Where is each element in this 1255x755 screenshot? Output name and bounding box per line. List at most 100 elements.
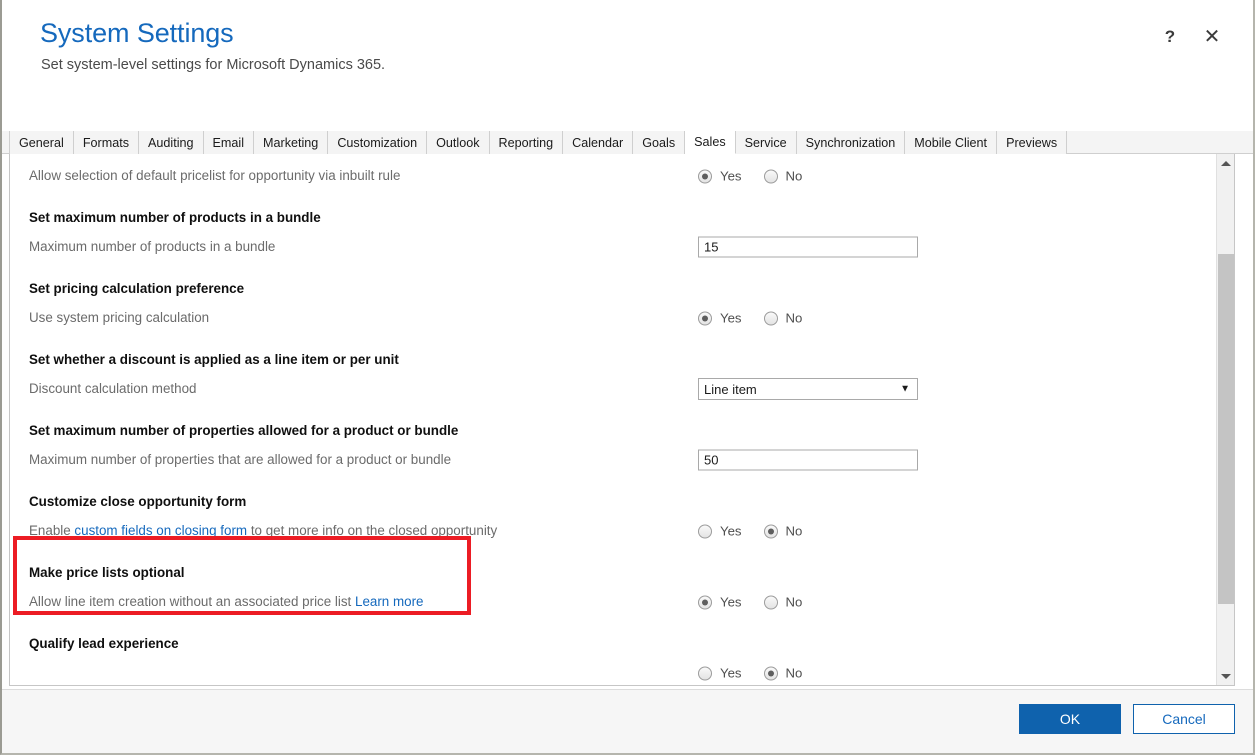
- radio-dot-icon: [698, 524, 712, 538]
- radio-group: Yes No: [698, 595, 802, 610]
- radio-label: Yes: [720, 310, 742, 326]
- cancel-button[interactable]: Cancel: [1133, 704, 1235, 734]
- tab-label: Outlook: [436, 135, 480, 150]
- tab-auditing[interactable]: Auditing: [139, 131, 204, 154]
- setting-heading: Set maximum number of products in a bund…: [29, 210, 321, 225]
- tab-label: Service: [744, 135, 787, 150]
- setting-group: Customize close opportunity form Enable c…: [10, 473, 1217, 544]
- tab-mobile-client[interactable]: Mobile Client: [905, 131, 998, 154]
- setting-label: Maximum number of properties that are al…: [29, 452, 452, 467]
- tab-label: Calendar: [572, 135, 624, 150]
- radio-group: Yes No: [698, 169, 802, 184]
- tab-goals[interactable]: Goals: [633, 131, 686, 154]
- radio-no[interactable]: No: [763, 594, 803, 610]
- page-subtitle: Set system-level settings for Microsoft …: [41, 57, 386, 73]
- radio-dot-icon: [763, 595, 778, 609]
- setting-row: Use system pricing calculation Yes No: [10, 305, 1217, 331]
- setting-group: Set whether a discount is applied as a l…: [10, 331, 1217, 402]
- scrollbar-thumb[interactable]: [1218, 254, 1234, 604]
- radio-dot-icon: [763, 311, 778, 325]
- setting-heading: Set whether the default pricelist for an…: [10, 154, 1217, 157]
- radio-label: No: [785, 523, 803, 539]
- setting-row: Discount calculation method Line item ▼: [10, 376, 1217, 402]
- tab-label: Mobile Client: [914, 135, 988, 150]
- radio-dot-icon: [698, 666, 712, 680]
- tab-label: Reporting: [498, 135, 554, 150]
- tab-reporting[interactable]: Reporting: [489, 131, 564, 154]
- tab-label: Customization: [337, 135, 418, 150]
- radio-yes[interactable]: Yes: [698, 311, 742, 326]
- radio-label: No: [785, 168, 803, 184]
- tab-synchronization[interactable]: Synchronization: [796, 131, 906, 154]
- setting-heading: Qualify lead experience: [29, 636, 179, 651]
- scroll-down-button[interactable]: [1217, 667, 1234, 685]
- radio-label: Yes: [720, 523, 742, 539]
- setting-group: Set maximum number of products in a bund…: [10, 189, 1217, 260]
- radio-label: No: [785, 310, 803, 326]
- setting-row: Allow selection of default pricelist for…: [10, 163, 1217, 189]
- close-icon[interactable]: ✕: [1199, 24, 1225, 50]
- radio-no[interactable]: No: [763, 310, 803, 326]
- radio-label: Yes: [720, 594, 742, 610]
- tab-label: Goals: [642, 135, 676, 150]
- setting-heading: Make price lists optional: [29, 565, 185, 580]
- setting-label: Enable custom fields on closing form to …: [10, 521, 497, 541]
- tab-customization[interactable]: Customization: [328, 131, 428, 154]
- help-icon[interactable]: ?: [1157, 24, 1183, 50]
- setting-link[interactable]: Learn more: [355, 594, 423, 609]
- tab-email[interactable]: Email: [203, 131, 255, 154]
- settings-tabs: General Formats Auditing Email Marketing Cust…: [2, 131, 1253, 154]
- radio-yes[interactable]: Yes: [698, 169, 742, 184]
- radio-no[interactable]: No: [763, 168, 803, 184]
- setting-heading: Set whether a discount is applied as a l…: [29, 352, 399, 367]
- tab-label: Sales: [694, 135, 726, 149]
- radio-group: Yes No: [698, 666, 802, 681]
- tab-previews[interactable]: Previews: [997, 131, 1068, 154]
- setting-group: Set maximum number of properties allowed…: [10, 402, 1217, 473]
- vertical-scrollbar[interactable]: [1216, 154, 1234, 685]
- setting-control: Yes No: [698, 595, 802, 610]
- setting-dropdown[interactable]: Line item ▼: [698, 378, 918, 400]
- setting-heading: Set pricing calculation preference: [29, 281, 245, 296]
- dialog-header: System Settings Set system-level setting…: [2, 0, 1253, 131]
- system-settings-dialog: System Settings Set system-level setting…: [0, 0, 1255, 755]
- tab-formats[interactable]: Formats: [73, 131, 139, 154]
- tab-calendar[interactable]: Calendar: [563, 131, 634, 154]
- tab-label: Marketing: [263, 135, 319, 150]
- radio-dot-icon: [763, 524, 778, 538]
- setting-group: Make price lists optional Allow line item…: [10, 544, 1217, 615]
- footer-buttons: OK Cancel: [1019, 704, 1235, 734]
- setting-heading: Customize close opportunity form: [29, 494, 247, 509]
- tab-marketing[interactable]: Marketing: [254, 131, 329, 154]
- radio-dot-icon: [698, 595, 712, 609]
- tab-sales[interactable]: Sales: [685, 131, 736, 154]
- radio-no[interactable]: No: [763, 523, 803, 539]
- tab-outlook[interactable]: Outlook: [427, 131, 490, 154]
- radio-yes[interactable]: Yes: [698, 595, 742, 610]
- setting-control: Yes No: [698, 311, 802, 326]
- setting-group: Set whether the default pricelist for an…: [10, 154, 1217, 189]
- setting-text-input[interactable]: [698, 449, 918, 471]
- radio-label: Yes: [720, 168, 742, 184]
- ok-button[interactable]: OK: [1019, 704, 1121, 734]
- radio-label: No: [785, 665, 803, 681]
- label-text-before: Allow line item creation without an asso…: [29, 594, 355, 609]
- tab-general[interactable]: General: [9, 131, 74, 154]
- radio-dot-icon: [698, 311, 712, 325]
- radio-label: No: [785, 594, 803, 610]
- setting-row: Yes No: [10, 660, 1217, 685]
- setting-row: Enable custom fields on closing form to …: [10, 518, 1217, 544]
- scroll-up-button[interactable]: [1217, 154, 1234, 172]
- radio-dot-icon: [763, 169, 778, 183]
- radio-yes[interactable]: Yes: [698, 666, 742, 681]
- tab-label: Email: [212, 135, 245, 150]
- setting-row: Maximum number of properties that are al…: [10, 447, 1217, 473]
- tab-label: Synchronization: [805, 135, 896, 150]
- setting-link[interactable]: custom fields on closing form: [74, 523, 247, 538]
- setting-text-input[interactable]: [698, 236, 918, 258]
- window-controls: ? ✕: [1157, 24, 1225, 50]
- radio-no[interactable]: No: [763, 665, 803, 681]
- page-title: System Settings: [40, 18, 234, 48]
- radio-yes[interactable]: Yes: [698, 524, 742, 539]
- tab-service[interactable]: Service: [735, 131, 797, 154]
